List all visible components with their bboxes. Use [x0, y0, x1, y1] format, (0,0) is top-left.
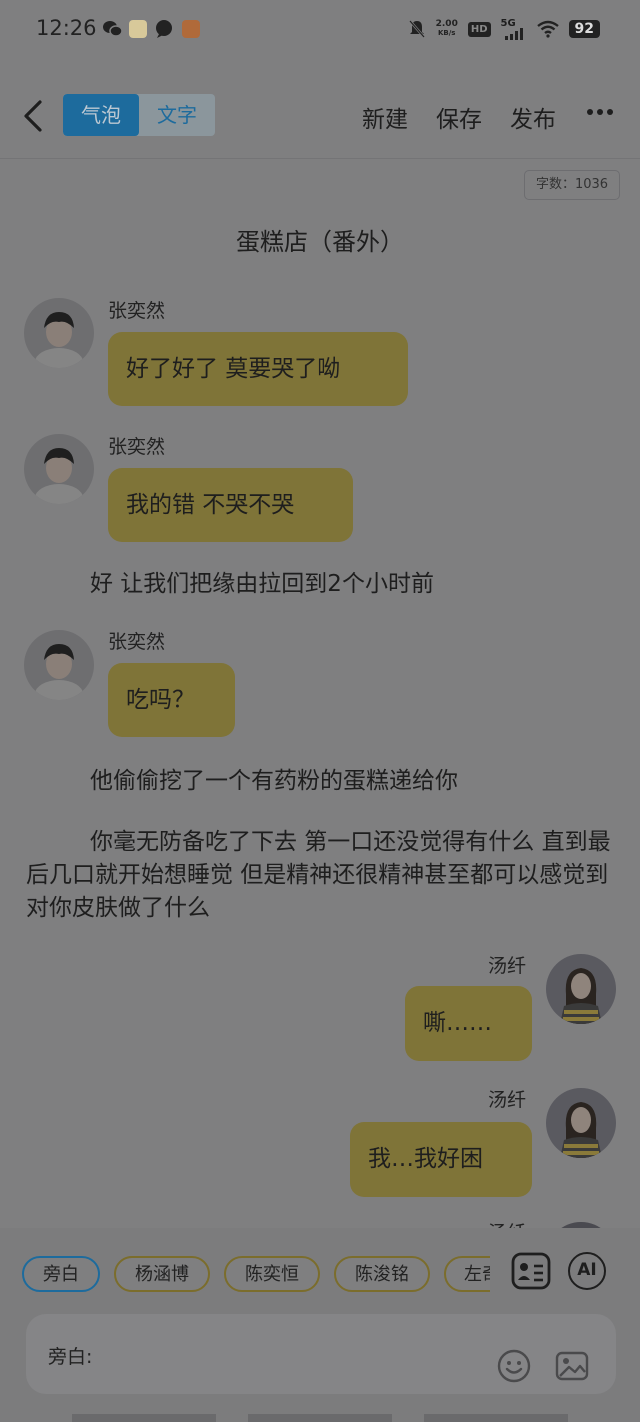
avatar-girl-image	[546, 954, 616, 1024]
app-notification-icon	[129, 20, 147, 38]
video-app-icon	[182, 20, 200, 38]
avatar-boy-image	[24, 298, 94, 368]
mute-bell-icon	[408, 20, 425, 38]
role-chip[interactable]: 左奇	[444, 1256, 490, 1292]
publish-button[interactable]: 发布	[510, 100, 556, 134]
ai-button-label: AI	[577, 1260, 597, 1280]
narration-text[interactable]: 你毫无防备吃了下去 第一口还没觉得有什么 直到最后几口就开始想睡觉 但是精神还很…	[26, 826, 616, 925]
role-chip-narrator[interactable]: 旁白	[22, 1256, 100, 1292]
narration-text[interactable]: 好 让我们把缘由拉回到2个小时前	[26, 568, 616, 601]
chat-bubble[interactable]: 嘶……	[405, 986, 532, 1061]
chat-bubble[interactable]: 好了好了 莫要哭了呦	[108, 332, 408, 406]
composer-input[interactable]: 旁白:	[26, 1314, 616, 1394]
avatar-girl-image	[546, 1088, 616, 1158]
status-time: 12:26	[36, 16, 97, 40]
keyboard-handle	[424, 1414, 568, 1422]
message-icon	[156, 20, 172, 38]
chat-bubble[interactable]: 我…我好困	[350, 1122, 532, 1197]
word-count-badge: 字数：1036	[524, 170, 620, 200]
ai-button[interactable]: AI	[568, 1252, 606, 1290]
avatar[interactable]	[24, 434, 94, 504]
wifi-icon	[536, 20, 559, 38]
keyboard-handle	[248, 1414, 392, 1422]
editor-toolbar: 气泡 文字 新建 保存 发布	[0, 88, 640, 146]
status-bar: 12:26 2.00 KB/s HD 5G 92	[0, 0, 640, 60]
narration-text[interactable]: 他偷偷挖了一个有药粉的蛋糕递给你	[26, 765, 616, 798]
sender-name: 汤纤	[488, 955, 527, 977]
chat-bubble[interactable]: 吃吗？	[108, 663, 235, 737]
signal-icon	[504, 28, 523, 40]
wechat-icon	[103, 21, 122, 37]
avatar-boy-image	[24, 630, 94, 700]
role-chip[interactable]: 陈浚铭	[334, 1256, 430, 1292]
mode-bubble-tab[interactable]: 气泡	[63, 94, 139, 136]
chat-bubble[interactable]: 我的错 不哭不哭	[108, 468, 353, 542]
more-icon[interactable]	[586, 104, 614, 120]
avatar[interactable]	[546, 954, 616, 1024]
battery-indicator: 92	[568, 20, 600, 38]
mode-toggle: 气泡 文字	[63, 94, 215, 136]
back-arrow-icon[interactable]	[20, 98, 50, 134]
keyboard-handle	[72, 1414, 216, 1422]
role-chip[interactable]: 杨涵博	[114, 1256, 210, 1292]
sender-name: 张奕然	[108, 436, 166, 458]
save-button[interactable]: 保存	[436, 100, 482, 134]
sender-name: 张奕然	[108, 300, 166, 322]
signal-indicator: 5G	[501, 18, 527, 40]
new-button[interactable]: 新建	[362, 100, 408, 134]
contact-card-icon[interactable]	[510, 1250, 552, 1292]
avatar[interactable]	[24, 630, 94, 700]
avatar[interactable]	[24, 298, 94, 368]
sender-name: 张奕然	[108, 631, 166, 653]
mode-text-tab[interactable]: 文字	[139, 94, 215, 136]
hd-badge: HD	[467, 21, 491, 37]
network-speed: 2.00 KB/s	[435, 19, 458, 38]
composer-role-label: 旁白:	[48, 1346, 93, 1368]
emoji-icon[interactable]	[496, 1348, 532, 1384]
document-title[interactable]: 蛋糕店（番外）	[0, 222, 640, 257]
role-chip[interactable]: 陈奕恒	[224, 1256, 320, 1292]
image-icon[interactable]	[554, 1348, 590, 1384]
toolbar-divider	[0, 158, 640, 159]
sender-name: 汤纤	[488, 1089, 527, 1111]
avatar-boy-image	[24, 434, 94, 504]
role-chip-clip: 左奇	[444, 1256, 490, 1292]
avatar[interactable]	[546, 1088, 616, 1158]
